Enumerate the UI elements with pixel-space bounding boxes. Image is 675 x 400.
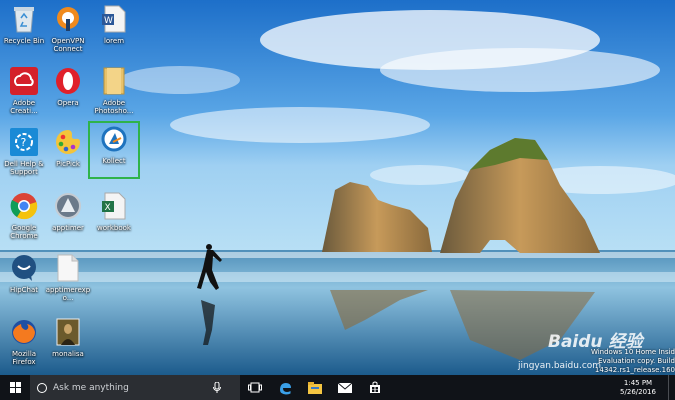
clock-time: 1:45 PM [623,378,653,387]
evaluation-line-1: Windows 10 Home Insid [590,348,675,356]
desktop-icon-apptimerexport[interactable]: apptimerexpo... [44,252,92,304]
hipchat-icon [8,252,40,284]
taskbar: 1:45 PM 5/26/2016 [0,375,675,400]
windows-logo-icon [9,382,21,393]
desktop[interactable]: Recycle Bin Adobe Creati... ? Dell Help … [0,0,675,375]
desktop-icon-label: PicPick [56,160,80,168]
desktop-icon-label: Dell Help & Support [4,160,44,176]
kollect-icon [98,123,130,155]
clock[interactable]: 1:45 PM 5/26/2016 [615,379,661,397]
excel-workbook-icon: X [98,190,130,222]
action-center-button[interactable] [661,375,675,400]
store-icon [370,381,380,393]
show-desktop-icon [667,375,669,400]
openvpn-icon [52,3,84,35]
clock-date: 5/26/2016 [620,387,656,396]
desktop-icon-label: monalisa [52,350,84,358]
desktop-icon-firefox[interactable]: Mozilla Firefox [0,316,48,368]
desktop-icon-label: Adobe Photosho... [94,99,134,115]
word-document-icon: W [98,3,130,35]
opera-icon [52,65,84,97]
folder-icon [98,65,130,97]
picpick-icon [52,126,84,158]
desktop-icon-label: workbook [96,224,131,232]
evaluation-notice: Windows 10 Home Insid Evaluation copy. B… [535,348,675,375]
evaluation-line-2: Evaluation copy. Build 14342.rs1_release… [594,357,675,374]
image-file-icon [52,316,84,348]
desktop-icon-label: Recycle Bin [3,37,45,45]
recycle-bin-icon [8,3,40,35]
desktop-icon-label: lorem [103,37,125,45]
desktop-icon-label: OpenVPN Connect [51,37,85,53]
desktop-icon-label: Opera [57,99,79,107]
task-view-button[interactable] [240,375,270,400]
mail-button[interactable] [330,375,360,400]
file-explorer-icon [308,381,322,394]
system-tray: 1:45 PM 5/26/2016 [615,375,675,400]
desktop-icon-openvpn[interactable]: OpenVPN Connect [44,3,92,55]
desktop-icon-label: Adobe Creati... [10,99,38,115]
store-button[interactable] [360,375,390,400]
file-explorer-button[interactable] [300,375,330,400]
desktop-icon-chrome[interactable]: Google Chrome [0,190,48,242]
desktop-icon-label: Google Chrome [10,224,38,240]
desktop-icon-apptimer[interactable]: apptimer [44,190,92,242]
edge-button[interactable] [270,375,300,400]
desktop-icon-label: Kollect [102,157,126,165]
svg-text:W: W [104,16,113,26]
edge-icon [280,382,291,394]
desktop-icon-recycle-bin[interactable]: Recycle Bin [0,3,48,55]
cortana-icon [37,382,47,393]
firefox-icon [8,316,40,348]
desktop-icon-adobe-creative[interactable]: Adobe Creati... [0,65,48,117]
adobe-creative-cloud-icon [8,65,40,97]
desktop-icon-monalisa[interactable]: monalisa [44,316,92,368]
desktop-icon-picpick[interactable]: PicPick [44,126,92,178]
blank-file-icon [52,252,84,284]
desktop-icon-label: apptimer [52,224,84,232]
desktop-icon-label: apptimerexpo... [45,286,91,302]
svg-text:?: ? [21,136,27,149]
desktop-icon-kollect[interactable]: Kollect [88,121,140,179]
desktop-icon-hipchat[interactable]: HipChat [0,252,48,304]
chrome-icon [8,190,40,222]
cortana-search-box[interactable] [30,375,240,400]
desktop-icon-workbook[interactable]: X workbook [90,190,138,242]
wallpaper [0,0,675,375]
desktop-icon-opera[interactable]: Opera [44,65,92,117]
search-input[interactable] [53,382,213,393]
desktop-icon-label: HipChat [9,286,38,294]
start-button[interactable] [0,375,30,400]
microphone-icon[interactable] [213,381,221,394]
mail-icon [338,382,352,393]
desktop-icon-adobe-photoshop-folder[interactable]: Adobe Photosho... [90,65,138,117]
task-view-icon [248,382,262,393]
desktop-icon-label: Mozilla Firefox [11,350,37,366]
desktop-icon-dell-help[interactable]: ? Dell Help & Support [0,126,48,178]
dell-help-icon: ? [8,126,40,158]
desktop-icon-lorem[interactable]: W lorem [90,3,138,55]
svg-text:X: X [105,203,111,213]
apptimer-icon [52,190,84,222]
